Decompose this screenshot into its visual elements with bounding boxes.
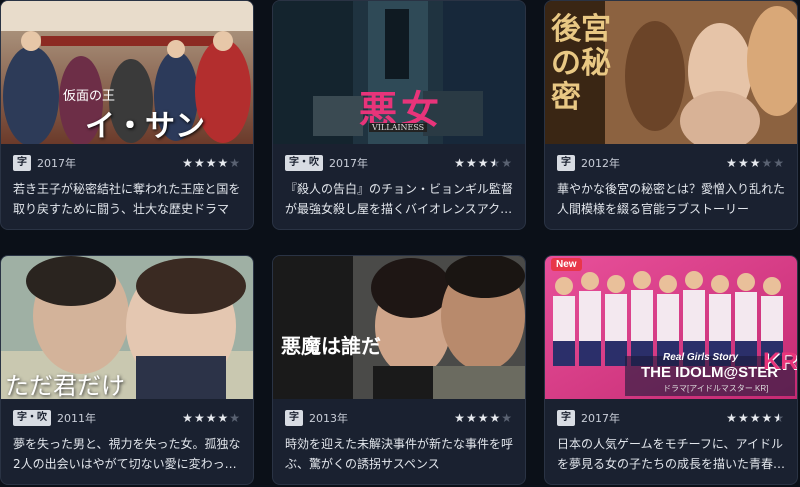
thumb-title: 悪魔は誰だ bbox=[281, 334, 381, 358]
star-empty-icon: ★ bbox=[229, 411, 241, 425]
star-full-icon: ★ bbox=[726, 411, 738, 425]
description: 華やかな後宮の秘密とは？愛憎入り乱れた人間模様を綴る官能ラブストーリー bbox=[557, 182, 786, 216]
title-card[interactable]: 後宮の秘密 字 2012年 ★★★★★ 華やかな後宮の秘密とは？愛憎入り乱れた人… bbox=[544, 0, 798, 230]
rating-stars: ★★★★★ bbox=[454, 156, 513, 170]
star-empty-icon: ★ bbox=[501, 411, 513, 425]
star-full-icon: ★ bbox=[726, 156, 738, 170]
rating-stars: ★★★★★ bbox=[726, 411, 785, 425]
rating-stars: ★★★★★ bbox=[182, 411, 241, 425]
meta-row: 字 2013年 ★★★★★ bbox=[285, 409, 513, 427]
description: 若き王子が秘密結社に奪われた王座と国を取り戻すために闘う、壮大な歴史ドラマ bbox=[13, 182, 241, 216]
thumb-title: イ・サン bbox=[85, 109, 205, 144]
meta-row: 字 2012年 ★★★★★ bbox=[557, 154, 785, 172]
star-full-icon: ★ bbox=[217, 411, 230, 425]
new-badge: New bbox=[551, 258, 582, 271]
release-year: 2017年 bbox=[37, 157, 76, 170]
rating-stars: ★★★★★ bbox=[454, 411, 513, 425]
release-year: 2012年 bbox=[581, 157, 620, 170]
star-full-icon: ★ bbox=[465, 411, 478, 425]
audio-badge: 字 bbox=[557, 155, 575, 171]
thumbnail[interactable]: 悪女 VILLAINESS bbox=[273, 1, 525, 144]
title-card[interactable]: 悪女 VILLAINESS 字・吹 2017年 ★★★★★ 『殺人の告白』のチョ… bbox=[272, 0, 526, 230]
star-full-icon: ★ bbox=[205, 411, 218, 425]
meta-row: 字・吹 2017年 ★★★★ ★ bbox=[285, 154, 513, 172]
thumbnail[interactable]: 仮面の王 イ・サン bbox=[1, 1, 253, 144]
star-full-icon: ★ bbox=[454, 156, 466, 170]
content-grid: 仮面の王 イ・サン 字 2017年 ★★★★★ 若き王子が秘密結社に奪われた王座… bbox=[0, 0, 800, 487]
audio-badge: 字 bbox=[13, 155, 31, 171]
thumb-kr: KR bbox=[763, 348, 797, 375]
thumb-title: 後宮の秘密 bbox=[551, 12, 611, 115]
star-half-icon: ★ bbox=[773, 411, 785, 425]
release-year: 2017年 bbox=[581, 412, 620, 425]
thumb-title: ただ君だけ bbox=[5, 372, 125, 399]
audio-badge: 字 bbox=[557, 410, 575, 426]
star-empty-icon: ★ bbox=[501, 156, 513, 170]
star-empty-icon: ★ bbox=[773, 156, 785, 170]
star-full-icon: ★ bbox=[477, 411, 490, 425]
star-full-icon: ★ bbox=[454, 411, 466, 425]
star-empty-icon: ★ bbox=[761, 156, 774, 170]
meta-row: 字 2017年 ★★★★★ bbox=[13, 154, 241, 172]
release-year: 2011年 bbox=[57, 412, 96, 425]
star-full-icon: ★ bbox=[737, 411, 750, 425]
star-full-icon: ★ bbox=[749, 411, 762, 425]
description: 時効を迎えた未解決事件が新たな事件を呼ぶ、驚がくの誘拐サスペンス bbox=[285, 437, 514, 471]
thumbnail[interactable]: 後宮の秘密 bbox=[545, 1, 797, 144]
rating-stars: ★★★★★ bbox=[182, 156, 241, 170]
thumb-subtitle: VILLAINESS bbox=[369, 123, 428, 132]
audio-badge: 字・吹 bbox=[13, 410, 51, 426]
star-full-icon: ★ bbox=[217, 156, 230, 170]
description: 日本の人気ゲームをモチーフに、アイドルを夢見る女の子たちの成長を描いた青春… bbox=[557, 437, 786, 471]
thumbnail[interactable]: ただ君だけ bbox=[1, 256, 253, 399]
star-full-icon: ★ bbox=[193, 411, 206, 425]
star-full-icon: ★ bbox=[182, 411, 194, 425]
star-full-icon: ★ bbox=[182, 156, 194, 170]
title-card[interactable]: 仮面の王 イ・サン 字 2017年 ★★★★★ 若き王子が秘密結社に奪われた王座… bbox=[0, 0, 254, 230]
star-full-icon: ★ bbox=[761, 411, 774, 425]
description: 『殺人の告白』のチョン・ビョンギル監督が最強女殺し屋を描くバイオレンスアク… bbox=[285, 182, 514, 216]
thumb-subtitle: Real Girls Story bbox=[663, 352, 739, 363]
thumb-title: THE IDOLM@STER bbox=[641, 364, 779, 381]
release-year: 2017年 bbox=[329, 157, 368, 170]
release-year: 2013年 bbox=[309, 412, 348, 425]
star-full-icon: ★ bbox=[737, 156, 750, 170]
star-full-icon: ★ bbox=[749, 156, 762, 170]
rating-stars: ★★★★★ bbox=[726, 156, 785, 170]
title-card[interactable]: ただ君だけ 字・吹 2011年 ★★★★★ 夢を失った男と、視力を失った女。孤独… bbox=[0, 255, 254, 485]
star-full-icon: ★ bbox=[205, 156, 218, 170]
star-half-icon: ★ bbox=[489, 156, 501, 170]
title-card[interactable]: New Real Girls Story THE IDOLM@STER KR ド… bbox=[544, 255, 798, 485]
star-full-icon: ★ bbox=[477, 156, 490, 170]
star-empty-icon: ★ bbox=[229, 156, 241, 170]
star-full-icon: ★ bbox=[465, 156, 478, 170]
thumb-caption: ドラマ[アイドルマスター.KR] bbox=[663, 384, 769, 393]
meta-row: 字・吹 2011年 ★★★★★ bbox=[13, 409, 241, 427]
thumbnail[interactable]: New Real Girls Story THE IDOLM@STER KR ド… bbox=[545, 256, 797, 399]
audio-badge: 字・吹 bbox=[285, 155, 323, 171]
audio-badge: 字 bbox=[285, 410, 303, 426]
description: 夢を失った男と、視力を失った女。孤独な2人の出会いはやがて切ない愛に変わっ… bbox=[13, 437, 241, 471]
meta-row: 字 2017年 ★★★★★ bbox=[557, 409, 785, 427]
star-full-icon: ★ bbox=[193, 156, 206, 170]
star-full-icon: ★ bbox=[489, 411, 502, 425]
thumbnail[interactable]: 悪魔は誰だ bbox=[273, 256, 525, 399]
title-card[interactable]: 悪魔は誰だ 字 2013年 ★★★★★ 時効を迎えた未解決事件が新たな事件を呼ぶ… bbox=[272, 255, 526, 485]
